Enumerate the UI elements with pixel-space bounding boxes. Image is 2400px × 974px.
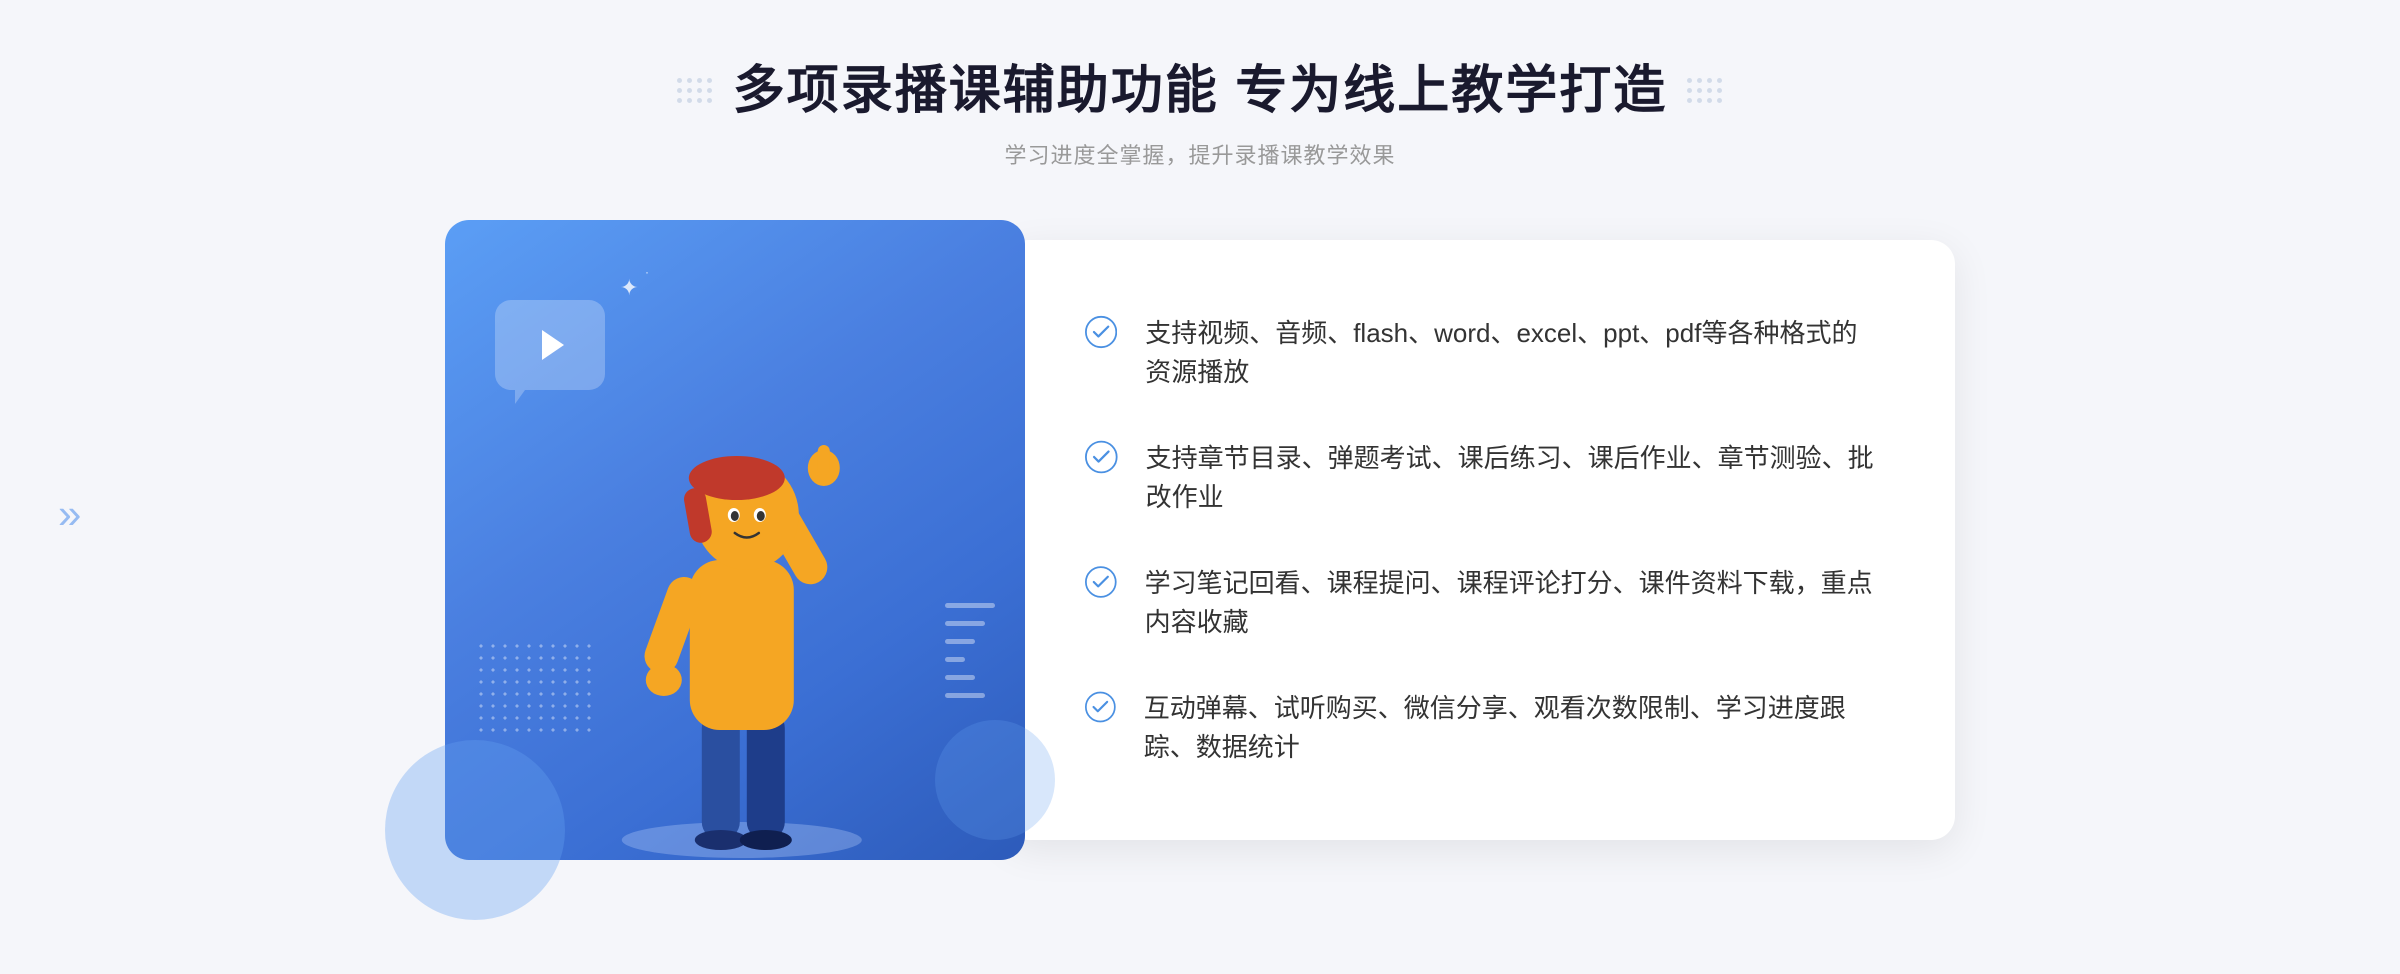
feature-text-4: 互动弹幕、试听购买、微信分享、观看次数限制、学习进度跟踪、数据统计 (1144, 689, 1875, 767)
blue-circle-large (385, 740, 565, 920)
feature-text-3: 学习笔记回看、课程提问、课程评论打分、课件资料下载，重点内容收藏 (1145, 564, 1875, 642)
feature-item-4: 互动弹幕、试听购买、微信分享、观看次数限制、学习进度跟踪、数据统计 (1085, 689, 1875, 767)
stripe-3 (945, 639, 975, 644)
header-section: 多项录播课辅助功能 专为线上教学打造 学习进度全掌握，提升录播课教学效果 (677, 60, 1723, 170)
main-content: ✦ · (350, 220, 2050, 860)
right-header-dots (1687, 78, 1723, 104)
page-title: 多项录播课辅助功能 专为线上教学打造 (733, 60, 1667, 122)
stripe-1 (945, 603, 995, 608)
feature-item-2: 支持章节目录、弹题考试、课后练习、课后作业、章节测验、批改作业 (1085, 439, 1875, 517)
blue-circle-medium (935, 720, 1055, 840)
sparkle-decoration-1: ✦ (620, 275, 638, 301)
feature-item-1: 支持视频、音频、flash、word、excel、ppt、pdf等各种格式的资源… (1085, 314, 1875, 392)
page-subtitle: 学习进度全掌握，提升录播课教学效果 (677, 138, 1723, 170)
left-illustration-card: ✦ · (445, 220, 1025, 860)
feature-item-3: 学习笔记回看、课程提问、课程评论打分、课件资料下载，重点内容收藏 (1085, 564, 1875, 642)
stripe-decoration (945, 600, 995, 700)
feature-text-1: 支持视频、音频、flash、word、excel、ppt、pdf等各种格式的资源… (1145, 314, 1875, 392)
play-triangle-icon (542, 330, 564, 360)
stripe-4 (945, 657, 965, 662)
feature-text-2: 支持章节目录、弹题考试、课后练习、课后作业、章节测验、批改作业 (1146, 439, 1875, 517)
stripe-5 (945, 675, 975, 680)
page-container: 多项录播课辅助功能 专为线上教学打造 学习进度全掌握，提升录播课教学效果 » ✦… (0, 0, 2400, 974)
sparkle-decoration-2: · (645, 265, 649, 279)
stripe-6 (945, 693, 985, 698)
check-circle-icon-4 (1085, 689, 1116, 725)
check-circle-icon-1 (1085, 314, 1117, 350)
check-circle-icon-3 (1085, 564, 1117, 600)
left-header-dots (677, 78, 713, 104)
person-illustration (572, 340, 912, 860)
check-circle-icon-2 (1085, 439, 1118, 475)
right-features-card: 支持视频、音频、flash、word、excel、ppt、pdf等各种格式的资源… (1005, 240, 1955, 840)
chevron-left-decoration: » (58, 490, 73, 538)
stripe-2 (945, 621, 985, 626)
header-decorators: 多项录播课辅助功能 专为线上教学打造 (677, 60, 1723, 122)
